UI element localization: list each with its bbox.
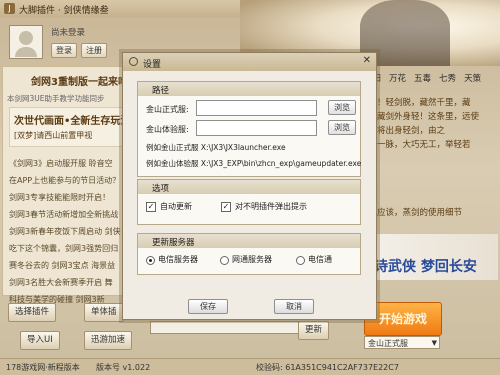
official-path-field[interactable] (196, 100, 317, 116)
select-plugin-button[interactable]: 选择插件 (8, 303, 57, 322)
user-name: 尚未登录 (51, 28, 86, 38)
path-group-label: 路径 (152, 86, 170, 96)
dialog-title: 设置 (143, 60, 162, 70)
official-path-example: 例如金山正式服 X:\JX3\JX3launcher.exe (146, 143, 286, 152)
server-radio-telecom-tong[interactable] (296, 256, 305, 265)
promo-banner[interactable]: 诗武侠 梦回长安 (360, 234, 498, 280)
user-panel: 尚未登录 登录 注册 (5, 22, 125, 62)
ad-subtitle: [双梦]请西山前置甲视 (14, 131, 93, 140)
launcher-window: J 大脚插件 · 剑侠情缘叁 ▾ – ✕ 尚未登录 登录 注册 吧阳万花五毒七秀… (0, 0, 500, 375)
ad-title: 次世代画面•全新生存玩法 (14, 116, 131, 127)
gear-icon (129, 57, 138, 66)
save-button[interactable]: 保存 (188, 299, 228, 314)
options-group: 选项 ✓ 自动更新 ✓ 对不明插件弹出提示 (137, 179, 361, 225)
hide-popup-label: 对不明插件弹出提示 (235, 202, 307, 211)
experience-path-field[interactable] (196, 120, 317, 136)
status-version: 版本号 v1.022 (96, 363, 151, 372)
experience-path-label: 金山体验服: (146, 125, 189, 134)
browse-experience-button[interactable]: 浏览 (328, 120, 356, 135)
experience-path-example: 例如金山体验服 X:\JX3_EXP\bin\zhcn_exp\gameupda… (146, 159, 362, 168)
auto-update-checkbox[interactable]: ✓ (146, 202, 156, 212)
description-extra: 用户应该，蒸剑的使用细节 (360, 208, 463, 218)
status-checksum: 校验码: 61A351C941C2AF737E22C7 (256, 363, 399, 372)
tab-school[interactable]: 万花 (389, 72, 406, 84)
description-line: 藏剑将出身轻剑，由之 (360, 126, 446, 136)
school-tabs: 吧阳万花五毒七秀天策 (364, 72, 489, 84)
dialog-title-bar: 设置 ✕ (123, 53, 376, 71)
avatar[interactable] (9, 25, 43, 59)
description-line: 千里！轻剑脱，藏然千里，藏 (360, 98, 471, 108)
server-radio-telecom[interactable] (146, 256, 155, 265)
server-select[interactable]: 金山正式服 ▼ (364, 336, 440, 349)
server-radio-netcom[interactable] (220, 256, 229, 265)
tab-school[interactable]: 天策 (464, 72, 481, 84)
server-group-header: 更新服务器 (138, 234, 360, 248)
app-icon: J (4, 3, 15, 14)
hide-popup-checkbox[interactable]: ✓ (221, 202, 231, 212)
server-select-value: 金山正式服 (368, 339, 408, 348)
tab-school[interactable]: 五毒 (414, 72, 431, 84)
news-headline[interactable]: 剑网3重制版一起来吃 (31, 73, 128, 88)
chevron-down-icon: ▼ (431, 339, 437, 347)
path-group-header: 路径 (138, 82, 360, 96)
import-ui-button[interactable]: 导入UI (20, 331, 60, 350)
path-group: 路径 金山正式服: 浏览 金山体验服: 浏览 例如金山正式服 X:\JX3\JX… (137, 81, 361, 177)
cancel-button[interactable]: 取消 (274, 299, 314, 314)
settings-dialog: 设置 ✕ 路径 金山正式服: 浏览 金山体验服: 浏览 例如金山正式服 X:\J… (122, 52, 377, 320)
login-button[interactable]: 登录 (51, 43, 77, 58)
register-button[interactable]: 注册 (81, 43, 107, 58)
server-option-label: 电信通 (308, 255, 332, 264)
server-option-label: 电信服务器 (158, 255, 198, 264)
description-line: 成为一脉，大巧无工，举轻若 (360, 140, 471, 150)
official-path-label: 金山正式服: (146, 105, 189, 114)
news-subline: 本剑网3UE助手教学功能同步 (7, 94, 105, 103)
server-group-label: 更新服务器 (152, 238, 195, 248)
update-button[interactable]: 更新 (298, 321, 330, 340)
window-title: 大脚插件 · 剑侠情缘叁 (19, 6, 109, 16)
browse-official-button[interactable]: 浏览 (328, 100, 356, 115)
options-group-header: 选项 (138, 180, 360, 194)
update-progress-bar (150, 321, 302, 334)
server-option-label: 网通服务器 (232, 255, 272, 264)
server-group: 更新服务器 电信服务器 网通服务器 电信通 (137, 233, 361, 275)
description-line: 见，藏剑外身轻！这条里，远使 (360, 112, 480, 122)
single-plugin-button[interactable]: 单体插 (84, 303, 124, 322)
speedup-button[interactable]: 迅游加速 (84, 331, 133, 350)
school-description: 千里！轻剑脱，藏然千里，藏 见，藏剑外身轻！这条里，远使 藏剑将出身轻剑，由之 … (360, 96, 498, 152)
tab-school[interactable]: 七秀 (439, 72, 456, 84)
close-icon[interactable]: ✕ (363, 55, 371, 66)
options-group-label: 选项 (152, 184, 170, 194)
promo-text: 诗武侠 梦回长安 (374, 259, 477, 275)
auto-update-label: 自动更新 (160, 202, 192, 211)
status-site[interactable]: 178游戏网·新程版本 (6, 359, 80, 375)
status-bar: 178游戏网·新程版本 版本号 v1.022 校验码: 61A351C941C2… (0, 358, 500, 375)
